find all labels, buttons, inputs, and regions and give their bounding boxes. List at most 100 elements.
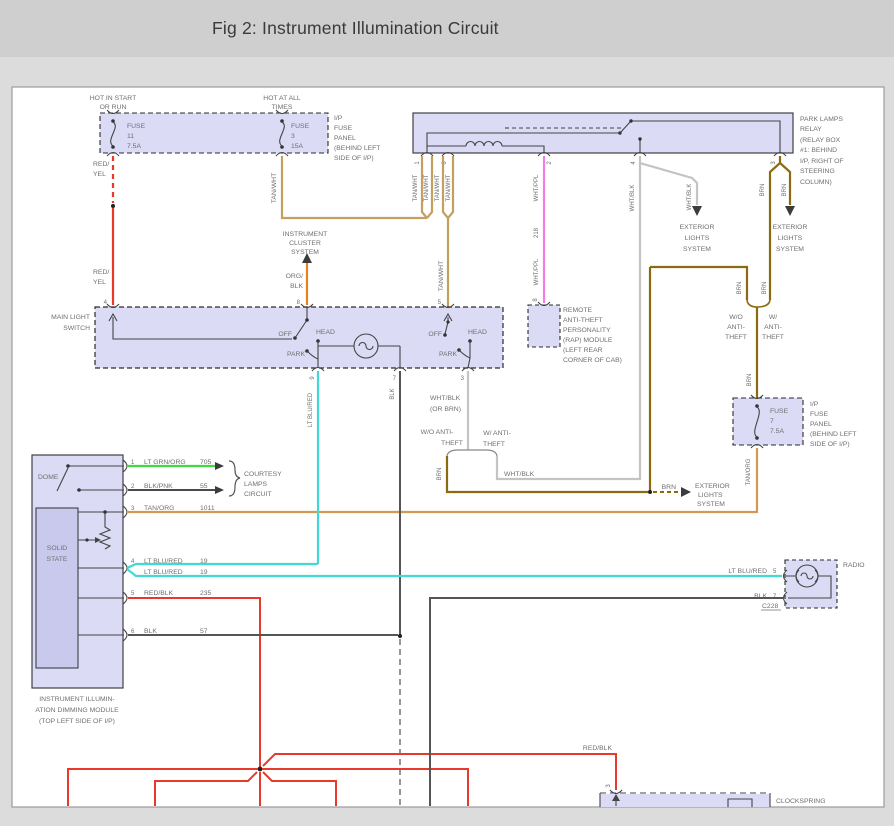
wht-ppl-label: WHT/PPL [534,174,540,201]
wiring-diagram: HOT IN START OR RUN HOT AT ALL TIMES FUS… [0,0,894,826]
ip-panel-caption4: (BEHIND LEFT [334,145,380,152]
head-label-left: HEAD [316,329,335,336]
wht-ppl-label2: WHT/PPL [534,258,540,285]
rap-caption5: (LEFT REAR [563,347,603,354]
red-yel-label2b: YEL [93,279,106,286]
cluster-l2: CLUSTER [289,240,321,247]
relay-caption3: (RELAY BOX [800,137,841,144]
hot-in-start-label2: OR RUN [100,104,127,111]
tan-wht-label5: TAN/WHT [446,174,452,201]
fuse3-number: 3 [291,133,295,140]
ext1-l1: EXTERIOR [680,224,715,231]
rap-caption6: CORNER OF CAB) [563,357,622,364]
brn-label3: BRN [737,282,743,295]
mod-pin2-ckt: 55 [200,483,208,490]
wht-blk-label3: WHT/BLK [504,471,535,478]
hot-at-all-label2: TIMES [272,104,293,111]
ext2-l1: EXTERIOR [773,224,808,231]
ext2-l3: SYSTEM [776,246,804,253]
wht-blk-label2: WHT/BLK [687,184,693,211]
w-anti-theft-label: W/ [769,314,777,321]
tan-wht-label2: TAN/WHT [413,174,419,201]
wo-anti-label-mid: W/O ANTI- [421,429,454,436]
mod-pin3-name: TAN/ORG [144,505,174,512]
courtesy-l3: CIRCUIT [244,491,272,498]
radio-connector: C228 [762,603,778,610]
red-yel-label1a: RED/ [93,161,109,168]
ext3-l3: SYSTEM [697,501,725,508]
ext1-l3: SYSTEM [683,246,711,253]
tan-wht-label: TAN/WHT [271,173,278,203]
ext3-l1: EXTERIOR [695,483,730,490]
head-label-right: HEAD [468,329,487,336]
w-anti-theft-label2: ANTI- [764,324,782,331]
ext2-l2: LIGHTS [778,235,803,242]
ip-panel-caption: I/P [334,115,343,122]
park-label-left: PARK [287,351,305,358]
cluster-l3: SYSTEM [291,249,319,256]
fuse11-number: 11 [127,133,134,140]
hot-in-start-label: HOT IN START [90,95,136,102]
wht-ppl-218: 218 [534,227,540,238]
tan-wht-label6: TAN/WHT [438,261,445,291]
radio-title: RADIO [843,562,865,569]
rap-caption2: ANTI-THEFT [563,317,603,324]
rap-caption3: PERSONALITY [563,327,611,334]
orbrn-label: (OR BRN) [430,406,461,413]
brn-label1: BRN [760,184,766,197]
state-label: STATE [47,556,68,563]
org-blk-label1: ORG/ [286,273,303,280]
mod-pin3-ckt: 1011 [200,505,215,512]
cluster-l1: INSTRUMENT [283,231,328,238]
wo-anti-label-mid2: THEFT [441,440,463,447]
courtesy-l2: LAMPS [244,481,268,488]
courtesy-l1: COURTESY [244,471,282,478]
ip-panel-caption5: SIDE OF I/P) [334,155,374,162]
red-blk-label: RED/BLK [583,745,613,752]
w-anti-label-mid: W/ ANTI- [483,430,511,437]
relay-caption5: I/P, RIGHT OF [800,158,844,165]
module-caption2: ATION DIMMING MODULE [35,707,119,714]
relay-caption7: COLUMN) [800,179,832,186]
mod-pin6-name: BLK [144,628,157,635]
fuse7-caption2: FUSE [810,411,829,418]
blk-vert-label: BLK [390,388,396,399]
rap-caption: REMOTE [563,307,593,314]
dome-label: DOME [38,474,59,481]
fuse7-caption3: PANEL [810,421,832,428]
tan-org-label: TAN/ORG [746,458,752,485]
screenshot-root: Fig 2: Instrument Illumination Circuit H… [0,0,894,826]
fuse11-label: FUSE [127,123,146,130]
fuse7-caption1: I/P [810,401,819,408]
w-anti-theft-label3: THEFT [762,334,784,341]
wo-anti-theft-label2: ANTI- [727,324,745,331]
org-blk-label2: BLK [290,283,303,290]
tan-wht-label4: TAN/WHT [435,174,441,201]
lt-blu-red-vert-label: LT BLU/RED [308,392,314,427]
clockspring-title: CLOCKSPRING [776,798,825,805]
module-caption1: INSTRUMENT ILLUMIN- [39,696,114,703]
brn-label6: BRN [437,468,443,481]
mod-pin5-ckt: 235 [200,590,212,597]
mod-pin6-ckt: 57 [200,628,208,635]
fuse7-caption4: (BEHIND LEFT [810,431,856,438]
park-label-right: PARK [439,351,457,358]
ip-panel-caption2: FUSE [334,125,353,132]
module-caption3: (TOP LEFT SIDE OF I/P) [39,718,115,725]
relay-caption4: #1: BEHIND [800,147,837,154]
off-label-right: OFF [428,331,442,338]
wht-blk-orbrn-label: WHT/BLK [430,395,461,402]
mod-pin5-name: RED/BLK [144,590,174,597]
brn-label5: BRN [747,374,753,387]
brn-arrow-label: BRN [662,484,676,491]
wo-anti-theft-label: W/O [729,314,743,321]
red-yel-label1b: YEL [93,171,106,178]
wo-anti-theft-label3: THEFT [725,334,747,341]
ext1-l2: LIGHTS [685,235,710,242]
fuse7-number: 7 [770,418,774,425]
w-anti-label-mid2: THEFT [483,441,505,448]
relay-caption6: STEERING [800,168,835,175]
fuse7-caption5: SIDE OF I/P) [810,441,850,448]
red-yel-label2a: RED/ [93,269,109,276]
fuse3-label: FUSE [291,123,310,130]
